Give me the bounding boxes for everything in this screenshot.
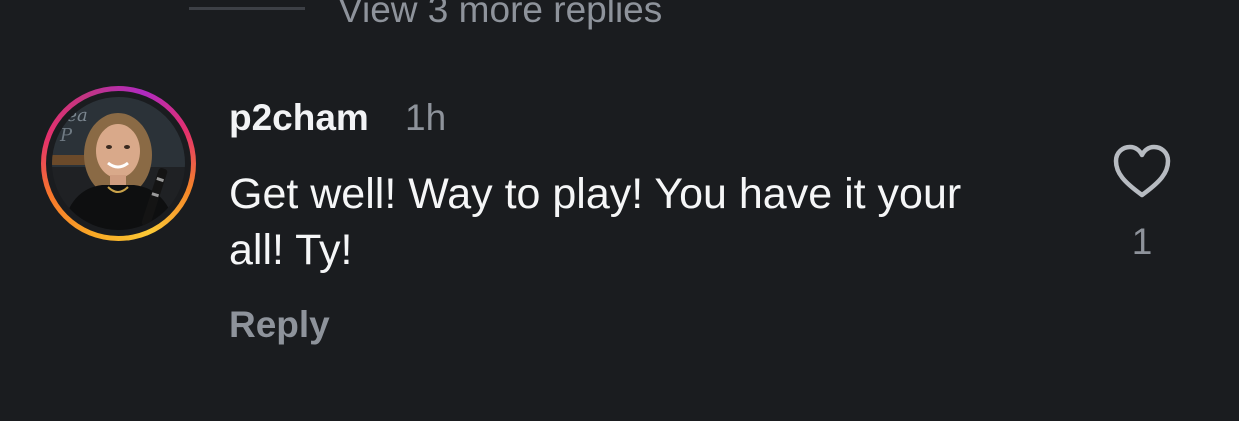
svg-text:P: P	[59, 125, 73, 146]
heart-outline-icon	[1113, 144, 1171, 198]
comment-thread: View 3 more replies Yea P p2cham 1h Get …	[0, 0, 1239, 421]
avatar-photo: Yea P	[52, 97, 185, 230]
comment-timestamp: 1h	[405, 97, 447, 138]
svg-text:Yea: Yea	[56, 105, 88, 126]
view-more-replies-button[interactable]: View 3 more replies	[338, 0, 662, 34]
comment-username[interactable]: p2cham	[229, 96, 369, 140]
avatar[interactable]: Yea P	[41, 86, 196, 241]
reply-button[interactable]: Reply	[229, 302, 330, 348]
replies-divider-line	[189, 7, 305, 10]
like-button[interactable]	[1110, 142, 1174, 200]
comment-text: Get well! Way to play! You have it your …	[229, 170, 962, 274]
like-count: 1	[1131, 221, 1153, 262]
